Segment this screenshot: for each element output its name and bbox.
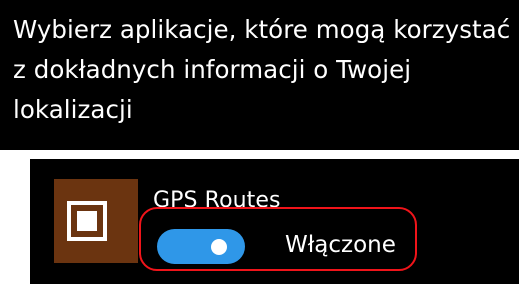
- app-tile: [54, 179, 138, 263]
- app-permission-row: GPS Routes Włączone: [30, 159, 519, 284]
- app-square-icon-inner: [77, 211, 97, 231]
- location-toggle-switch[interactable]: [157, 229, 245, 264]
- toggle-state-label: Włączone: [285, 232, 396, 258]
- location-toggle-row[interactable]: Włączone: [157, 220, 419, 270]
- app-square-icon: [67, 201, 107, 241]
- location-permission-heading-panel: Wybierz aplikacje, które mogą korzystać …: [0, 0, 519, 150]
- location-permission-heading: Wybierz aplikacje, które mogą korzystać …: [13, 15, 511, 124]
- toggle-knob: [211, 239, 227, 255]
